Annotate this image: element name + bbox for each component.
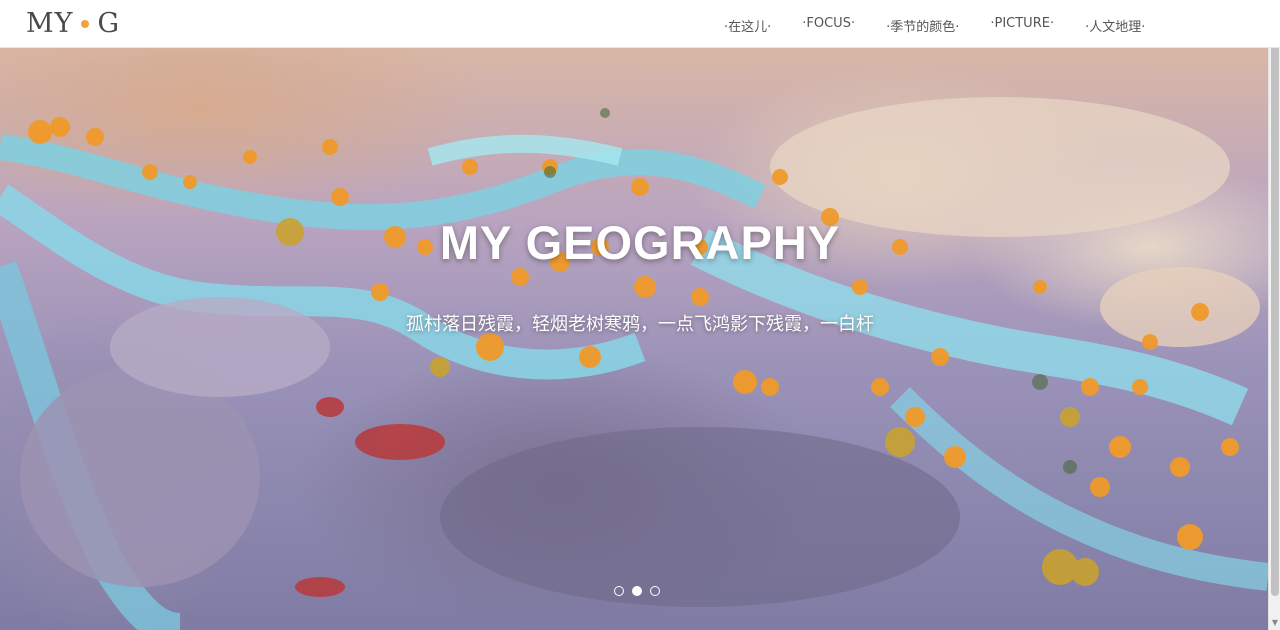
- nav-item-human-geography[interactable]: ·人文地理·: [1085, 16, 1145, 35]
- logo-text-left: MY: [26, 8, 74, 39]
- nav-item-focus[interactable]: ·FOCUS·: [802, 16, 855, 35]
- hero-title: MY GEOGRAPHY: [439, 216, 841, 269]
- carousel-dot-2[interactable]: [632, 586, 642, 596]
- site-header: MY G ·在这儿· ·FOCUS· ·季节的颜色· ·PICTURE· ·人文…: [0, 0, 1280, 48]
- scrollbar-thumb[interactable]: [1271, 18, 1279, 596]
- carousel-dot-1[interactable]: [614, 586, 624, 596]
- hero-subtitle: 孤村落日残霞，轻烟老树寒鸦，一点飞鸿影下残霞，一白杆: [406, 314, 874, 335]
- nav-item-season-colors[interactable]: ·季节的颜色·: [886, 16, 959, 35]
- page-scrollbar[interactable]: ▲ ▼: [1268, 0, 1280, 630]
- nav-item-here[interactable]: ·在这儿·: [724, 16, 771, 35]
- site-logo[interactable]: MY G: [26, 8, 120, 39]
- nav-item-picture[interactable]: ·PICTURE·: [990, 16, 1054, 35]
- carousel-indicators: [614, 586, 668, 596]
- carousel-dot-3[interactable]: [650, 586, 660, 596]
- main-nav: ·在这儿· ·FOCUS· ·季节的颜色· ·PICTURE· ·人文地理·: [724, 16, 1176, 35]
- logo-text-right: G: [97, 8, 121, 39]
- hero-banner: MY GEOGRAPHY 孤村落日残霞，轻烟老树寒鸦，一点飞鸿影下残霞，一白杆: [0, 47, 1268, 630]
- logo-dot-icon: [81, 19, 90, 28]
- scroll-down-icon[interactable]: ▼: [1269, 616, 1280, 630]
